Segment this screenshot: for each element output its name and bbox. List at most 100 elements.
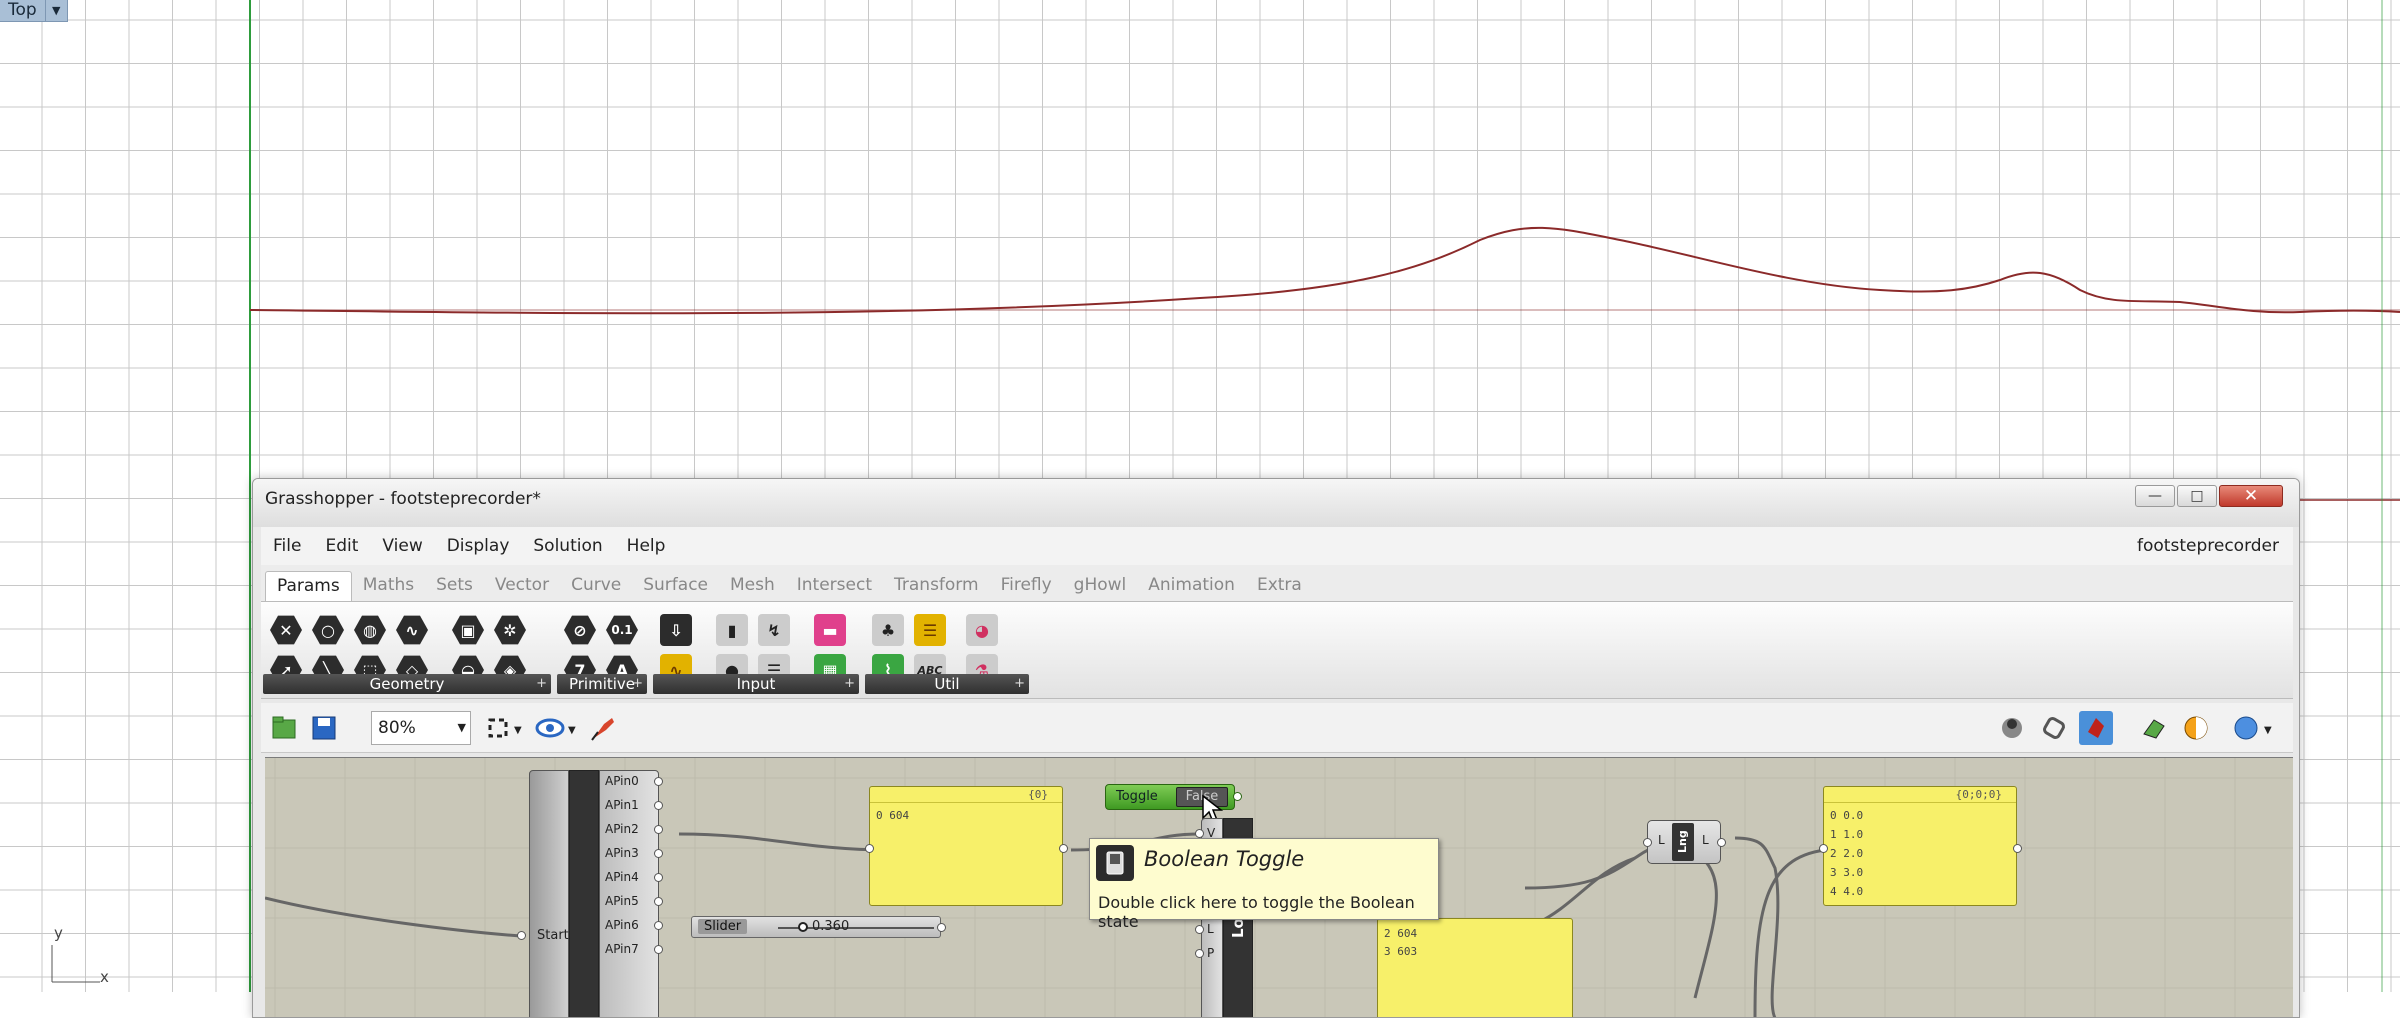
arduino-pin-output-grip[interactable] <box>654 921 663 930</box>
shaded-preview-icon[interactable] <box>2179 711 2213 745</box>
component-tab-bar: Params Maths Sets Vector Curve Surface M… <box>261 565 2293 601</box>
arduino-pin-output-grip[interactable] <box>654 945 663 954</box>
boolean-param-icon[interactable]: ⊘ <box>559 610 601 650</box>
number-slider[interactable]: Slider 0.360 <box>691 916 941 938</box>
arduino-pin-output-grip[interactable] <box>654 801 663 810</box>
tab-curve[interactable]: Curve <box>560 571 632 601</box>
viewport-tab[interactable]: Top ▼ <box>0 0 68 22</box>
panel-icon[interactable]: ☰ <box>909 610 951 650</box>
number-slider-icon[interactable]: ⇩ <box>655 610 697 650</box>
zoom-extents-icon[interactable]: ▼ <box>483 711 529 745</box>
grasshopper-canvas[interactable]: APin0 APin1 APin2 APin3 APin4 APin5 APin6 APin7… <box>265 757 2293 1017</box>
circle-param-icon[interactable]: ○ <box>307 610 349 650</box>
arduino-pin-label: APin1 <box>605 798 639 812</box>
slider-value: 0.360 <box>812 919 850 934</box>
tab-ghowl[interactable]: gHowl <box>1063 571 1138 601</box>
viewport-dropdown-icon[interactable]: ▼ <box>44 0 67 21</box>
panel-series[interactable]: {0;0;0} 0 0.0 1 1.0 2 2.0 3 3.0 4 4.0 <box>1823 786 2017 906</box>
list-length-output-grip[interactable] <box>1717 838 1726 847</box>
group-expand-icon[interactable]: + <box>632 674 643 694</box>
tab-intersect[interactable]: Intersect <box>786 571 883 601</box>
panel-output-grip[interactable] <box>2013 844 2022 853</box>
preview-eye-icon[interactable]: ▼ <box>533 711 579 745</box>
no-preview-icon[interactable] <box>2079 711 2113 745</box>
open-file-icon[interactable] <box>267 711 301 745</box>
toggle-output-grip[interactable] <box>1233 792 1242 801</box>
grasshopper-window[interactable]: Grasshopper - footsteprecorder* — □ ✕ Fi… <box>252 478 2300 1018</box>
menu-solution[interactable]: Solution <box>521 536 614 556</box>
group-expand-icon[interactable]: + <box>536 674 547 694</box>
tab-surface[interactable]: Surface <box>632 571 719 601</box>
tab-maths[interactable]: Maths <box>352 571 425 601</box>
save-file-icon[interactable] <box>307 711 341 745</box>
panel-log-values[interactable]: 2 604 3 603 <box>1377 918 1573 1017</box>
axis-label-x: x <box>100 968 109 986</box>
sketch-pen-icon[interactable] <box>587 711 621 745</box>
sphere-display-icon[interactable]: ▼ <box>2231 711 2277 745</box>
log-input-grip[interactable] <box>1195 949 1204 958</box>
group-expand-icon[interactable]: + <box>1014 674 1025 694</box>
arduino-pin-output-grip[interactable] <box>654 873 663 882</box>
start-input-label: Start <box>537 928 569 943</box>
group-label-util: Util <box>934 675 960 693</box>
footstep-curve[interactable] <box>249 226 2400 315</box>
slider-handle[interactable] <box>798 922 808 932</box>
arduino-read-component[interactable] <box>529 770 659 1017</box>
panel-input-grip[interactable] <box>1819 844 1828 853</box>
zoom-level-dropdown[interactable]: 80% ▼ <box>371 711 471 745</box>
maximize-button[interactable]: □ <box>2177 485 2217 507</box>
arduino-pin-output-grip[interactable] <box>654 897 663 906</box>
arduino-pin-label: APin0 <box>605 774 639 788</box>
minimize-button[interactable]: — <box>2135 485 2175 507</box>
menu-file[interactable]: File <box>261 536 313 556</box>
curve-param-icon[interactable]: ∿ <box>391 610 433 650</box>
arduino-pin-output-grip[interactable] <box>654 777 663 786</box>
list-length-input-grip[interactable] <box>1643 838 1652 847</box>
slider-output-grip[interactable] <box>937 923 946 932</box>
colour-swatch-icon[interactable]: ◕ <box>961 610 1003 650</box>
close-button[interactable]: ✕ <box>2219 485 2283 507</box>
panel-output-grip[interactable] <box>1059 844 1068 853</box>
tab-animation[interactable]: Animation <box>1137 571 1246 601</box>
bake-icon[interactable] <box>2137 711 2171 745</box>
viewport-name[interactable]: Top <box>0 0 45 21</box>
boolean-toggle-icon <box>1096 845 1134 881</box>
menu-edit[interactable]: Edit <box>313 536 370 556</box>
tab-sets[interactable]: Sets <box>425 571 484 601</box>
tab-transform[interactable]: Transform <box>883 571 990 601</box>
menu-help[interactable]: Help <box>615 536 678 556</box>
boolean-toggle-icon[interactable]: ▮ <box>711 610 753 650</box>
mesh-param-icon[interactable]: ✲ <box>489 610 531 650</box>
digit-scroller-icon[interactable]: ↯ <box>753 610 795 650</box>
geometry-param-icon[interactable]: ✕ <box>265 610 307 650</box>
arduino-pin-output-grip[interactable] <box>654 825 663 834</box>
menu-bar: File Edit View Display Solution Help foo… <box>261 527 2293 565</box>
gradient-icon[interactable]: ▬ <box>809 610 851 650</box>
panel-input-grip[interactable] <box>865 844 874 853</box>
arduino-pin-label: APin6 <box>605 918 639 932</box>
tab-params[interactable]: Params <box>265 571 352 601</box>
tab-mesh[interactable]: Mesh <box>719 571 786 601</box>
menu-display[interactable]: Display <box>435 536 522 556</box>
panel-raw-value[interactable]: {0} 0 604 <box>869 786 1063 906</box>
param-viewer-icon[interactable]: ♣ <box>867 610 909 650</box>
arduino-pin-output-grip[interactable] <box>654 849 663 858</box>
log-input-grip[interactable] <box>1195 829 1204 838</box>
group-expand-icon[interactable]: + <box>844 674 855 694</box>
axes-widget-icon <box>51 945 100 983</box>
window-titlebar[interactable]: Grasshopper - footsteprecorder* — □ ✕ <box>253 479 2299 527</box>
selected-preview-icon[interactable] <box>2037 711 2071 745</box>
arc-param-icon[interactable]: ◍ <box>349 610 391 650</box>
number-param-icon[interactable]: 0.1 <box>601 610 643 650</box>
tab-firefly[interactable]: Firefly <box>990 571 1063 601</box>
start-input-grip[interactable] <box>517 931 526 940</box>
arduino-pin-label: APin7 <box>605 942 639 956</box>
tab-extra[interactable]: Extra <box>1246 571 1313 601</box>
box-param-icon[interactable]: ▣ <box>447 610 489 650</box>
group-primitive: ⊘ 0.1 7 A Primitive + <box>557 608 647 694</box>
wire-preview-icon[interactable] <box>1995 711 2029 745</box>
wire-length-in <box>1684 846 1718 999</box>
menu-view[interactable]: View <box>370 536 434 556</box>
tab-vector[interactable]: Vector <box>484 571 560 601</box>
list-length-component[interactable]: L Lng L <box>1647 820 1721 864</box>
